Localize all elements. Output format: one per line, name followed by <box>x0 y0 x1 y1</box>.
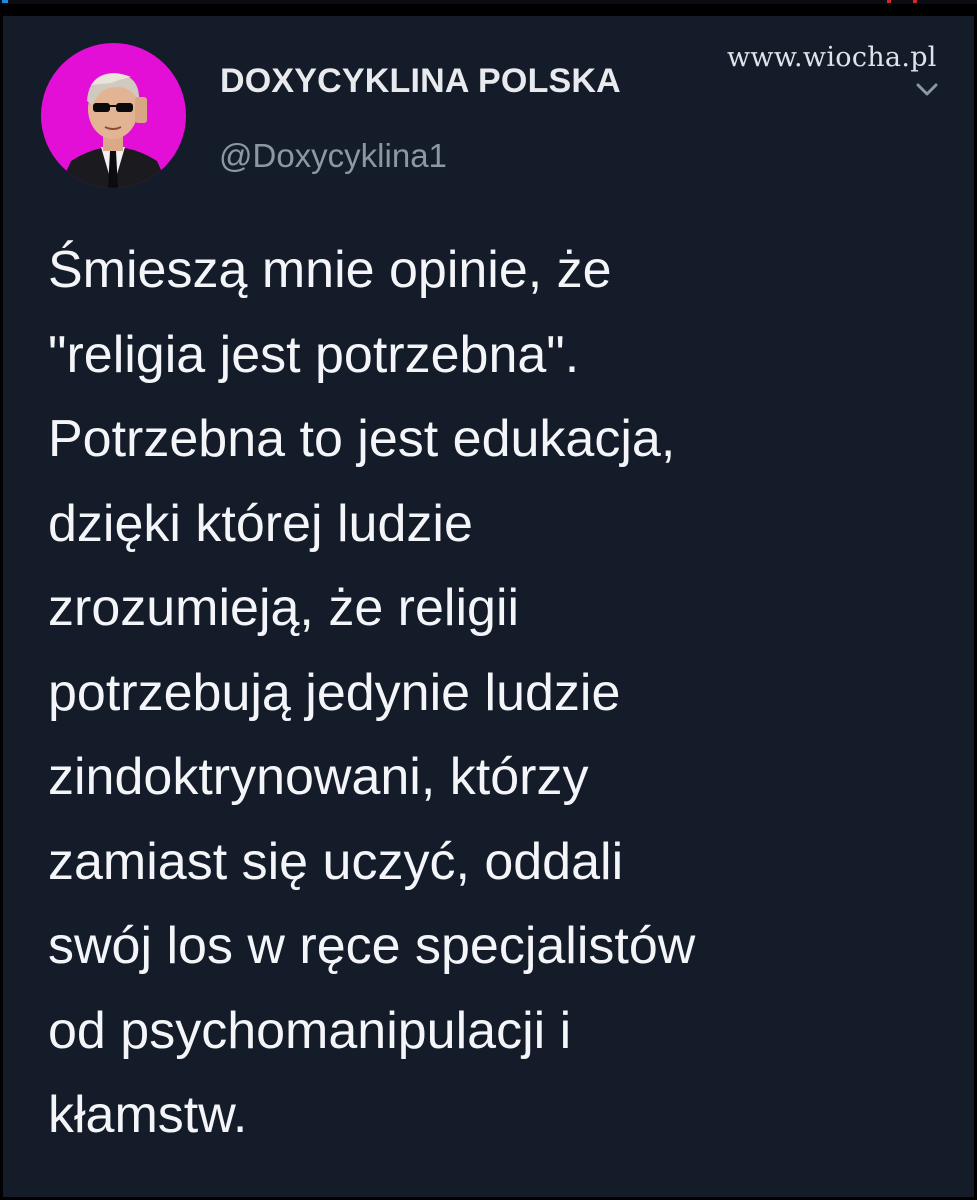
tweet-text-line: potrzebują jedynie ludzie <box>48 663 621 722</box>
tweet-text: Śmieszą mnie opinie, że "religia jest po… <box>48 228 948 1158</box>
more-options-button[interactable] <box>913 76 941 104</box>
avatar-portrait-icon <box>59 73 169 188</box>
tweet-text-line: swój los w ręce specjalistów <box>48 917 696 975</box>
author-handle[interactable]: @Doxycyklina1 <box>219 137 447 175</box>
screenshot-frame: DOXYCYKLINA POLSKA @Doxycyklina1 www.wio… <box>0 0 977 1200</box>
chevron-down-icon <box>916 83 938 96</box>
tweet-text-line: dzięki której ludzie <box>48 494 473 553</box>
tweet-text-line: od psychomanipulacji i <box>48 1001 572 1060</box>
tweet-text-line: Śmieszą mnie opinie, że <box>48 241 612 299</box>
top-edge-strip <box>0 0 977 4</box>
tweet-text-line: zrozumieją, że religii <box>48 579 520 637</box>
avatar[interactable] <box>41 43 186 188</box>
tweet-text-line: "religia jest potrzebna". <box>48 325 580 384</box>
author-display-name[interactable]: DOXYCYKLINA POLSKA <box>220 62 621 101</box>
tweet-card: DOXYCYKLINA POLSKA @Doxycyklina1 www.wio… <box>3 16 974 1197</box>
top-edge-mark <box>887 0 891 3</box>
top-edge-mark <box>2 0 8 3</box>
tweet-text-line: zamiast się uczyć, oddali <box>48 832 624 891</box>
tweet-text-line: Potrzebna to jest edukacja, <box>48 410 676 468</box>
tweet-text-line: kłamstw. <box>48 1086 248 1144</box>
watermark: www.wiocha.pl <box>727 42 937 73</box>
tweet-text-line: zindoktrynowani, którzy <box>48 748 589 806</box>
top-edge-mark <box>913 0 917 3</box>
